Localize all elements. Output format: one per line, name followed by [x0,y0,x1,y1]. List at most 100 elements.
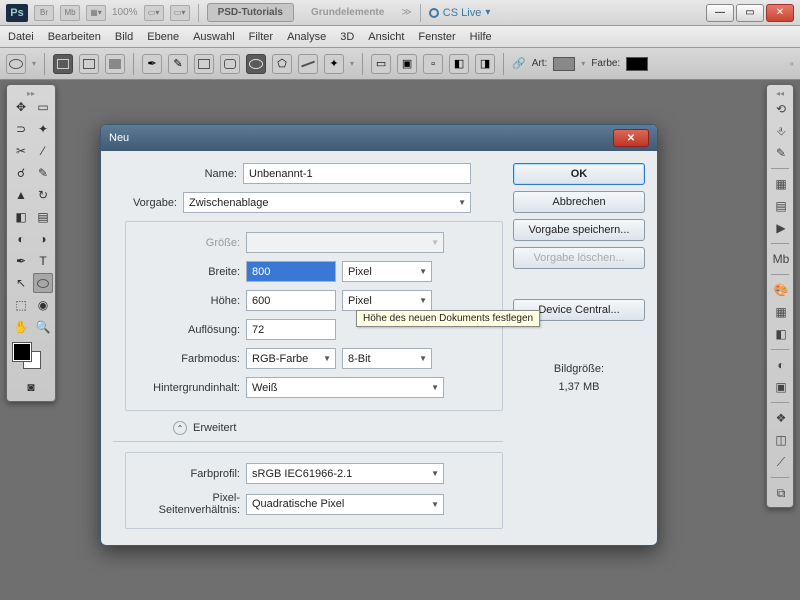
breite-unit-select[interactable]: Pixel▼ [342,261,432,282]
dodge-tool[interactable]: ◑ [33,229,53,249]
menu-filter[interactable]: Filter [249,31,273,43]
adjustments-panel-icon[interactable]: ◐ [771,355,791,375]
hoehe-unit-select[interactable]: Pixel▼ [342,290,432,311]
navigator-panel-icon[interactable]: ▦ [771,174,791,194]
tool-presets-panel-icon[interactable]: ✎ [771,143,791,163]
color-swatch[interactable] [626,57,648,71]
marquee-tool[interactable]: ▭ [33,97,53,117]
pixelverh-select[interactable]: Quadratische Pixel▼ [246,494,444,515]
pathop-add[interactable]: ▣ [397,54,417,74]
history-brush-tool[interactable]: ↻ [33,185,53,205]
hand-tool[interactable]: ✋ [11,317,31,337]
workspace-tab-psd[interactable]: PSD-Tutorials [207,3,294,22]
ellipse-shape[interactable] [246,54,266,74]
ok-button[interactable]: OK [513,163,645,185]
rounded-rect-shape[interactable] [220,54,240,74]
menu-analyse[interactable]: Analyse [287,31,326,43]
cs-live-button[interactable]: CS Live ▾ [429,7,491,19]
menu-3d[interactable]: 3D [340,31,354,43]
histogram-panel-icon[interactable]: ▤ [771,196,791,216]
magic-wand-tool[interactable]: ✦ [33,119,53,139]
menu-ansicht[interactable]: Ansicht [368,31,404,43]
menu-bearbeiten[interactable]: Bearbeiten [48,31,101,43]
workspace-tab-grund[interactable]: Grundelemente [300,3,395,22]
healing-tool[interactable]: ☌ [11,163,31,183]
paths-mode[interactable] [79,54,99,74]
hintergrund-select[interactable]: Weiß▼ [246,377,444,398]
link-icon[interactable]: 🔗 [512,57,526,70]
move-tool[interactable]: ✥ [11,97,31,117]
styles-panel-icon[interactable]: ◧ [771,324,791,344]
zoom-level[interactable]: 100% [112,7,138,18]
dialog-titlebar[interactable]: Neu ✕ [101,125,657,151]
zoom-tool[interactable]: 🔍 [33,317,53,337]
gradient-tool[interactable]: ▤ [33,207,53,227]
arrange-docs-button[interactable]: ▦▾ [86,5,106,21]
path-select-tool[interactable]: ↖ [11,273,31,293]
masks-panel-icon[interactable]: ▣ [771,377,791,397]
kuler-panel-icon[interactable]: ▶ [771,218,791,238]
minimize-button[interactable]: — [706,4,734,22]
tool-preset-picker[interactable] [6,54,26,74]
brush-tool[interactable]: ✎ [33,163,53,183]
screen-mode-button[interactable]: ▭▾ [170,5,190,21]
mini-bridge-button[interactable]: Mb [60,5,80,21]
pen-tool[interactable]: ✒ [11,251,31,271]
farbmodus-select[interactable]: RGB-Farbe▼ [246,348,336,369]
shape-tool[interactable] [33,273,53,293]
vorgabe-select[interactable]: Zwischenablage▼ [183,192,471,213]
shape-layers-mode[interactable] [53,54,73,74]
color-panel-icon[interactable]: 🎨 [771,280,791,300]
pathop-exclude[interactable]: ◨ [475,54,495,74]
actions-panel-icon[interactable]: ⎀ [771,121,791,141]
hoehe-input[interactable] [246,290,336,311]
options-overflow[interactable]: « [790,59,794,68]
foreground-color[interactable] [13,343,31,361]
foreground-background-swatch[interactable] [11,343,51,371]
3d-tool[interactable]: ⬚ [11,295,31,315]
menu-auswahl[interactable]: Auswahl [193,31,235,43]
mini-bridge-panel-icon[interactable]: Mb [771,249,791,269]
custom-shape[interactable]: ✦ [324,54,344,74]
dialog-close-button[interactable]: ✕ [613,129,649,147]
bittiefe-select[interactable]: 8-Bit▼ [342,348,432,369]
style-swatch[interactable] [553,57,575,71]
menu-fenster[interactable]: Fenster [418,31,455,43]
bridge-button[interactable]: Br [34,5,54,21]
view-extras-button[interactable]: ▭▾ [144,5,164,21]
freeform-pen-icon[interactable]: ✎ [168,54,188,74]
pathop-intersect[interactable]: ◧ [449,54,469,74]
pathop-new[interactable]: ▭ [371,54,391,74]
blur-tool[interactable]: ◐ [11,229,31,249]
swatches-panel-icon[interactable]: ▦ [771,302,791,322]
menu-hilfe[interactable]: Hilfe [470,31,492,43]
eyedropper-tool[interactable]: ⁄ [33,141,53,161]
fill-pixels-mode[interactable] [105,54,125,74]
history-panel-icon[interactable]: ⟲ [771,99,791,119]
crop-tool[interactable]: ✂ [11,141,31,161]
lasso-tool[interactable]: ⊃ [11,119,31,139]
breite-input[interactable] [246,261,336,282]
maximize-button[interactable]: ▭ [736,4,764,22]
polygon-shape[interactable]: ⬠ [272,54,292,74]
type-tool[interactable]: T [33,251,53,271]
channels-panel-icon[interactable]: ◫ [771,430,791,450]
abbrechen-button[interactable]: Abbrechen [513,191,645,213]
aufloesung-input[interactable] [246,319,336,340]
vorgabe-speichern-button[interactable]: Vorgabe speichern... [513,219,645,241]
paths-panel-icon[interactable]: ⟋ [771,452,791,472]
layers-panel-icon[interactable]: ❖ [771,408,791,428]
name-input[interactable] [243,163,471,184]
menu-datei[interactable]: Datei [8,31,34,43]
farbprofil-select[interactable]: sRGB IEC61966-2.1▼ [246,463,444,484]
workspace-more[interactable]: ≫ [401,7,411,18]
stamp-tool[interactable]: ▲ [11,185,31,205]
close-button[interactable]: ✕ [766,4,794,22]
line-shape[interactable] [298,54,318,74]
rectangle-shape[interactable] [194,54,214,74]
3d-camera-tool[interactable]: ◉ [33,295,53,315]
erweitert-toggle[interactable]: ⌃ Erweitert [173,421,503,435]
pathop-subtract[interactable]: ▫ [423,54,443,74]
quick-mask-toggle[interactable]: ◙ [21,377,41,397]
pen-tool-icon[interactable]: ✒ [142,54,162,74]
